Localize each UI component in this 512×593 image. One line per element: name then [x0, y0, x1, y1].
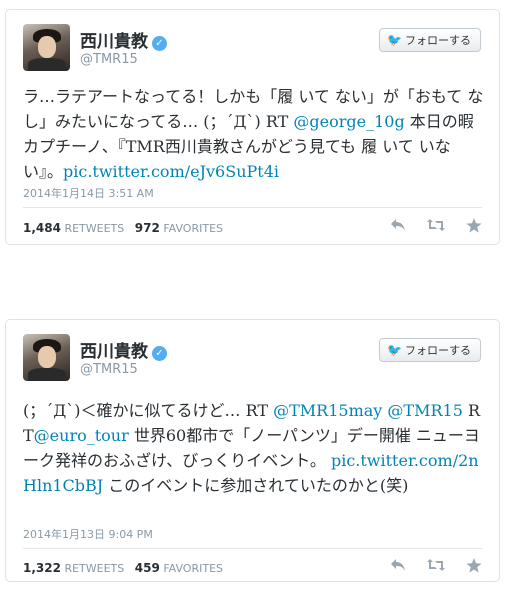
- timestamp[interactable]: 2014年1月14日 3:51 AM: [23, 185, 154, 201]
- follow-label: フォローする: [405, 344, 471, 357]
- verified-icon: ✓: [152, 346, 167, 361]
- user-handle[interactable]: @TMR15: [80, 52, 138, 67]
- follow-label: フォローする: [405, 34, 471, 47]
- avatar[interactable]: [23, 24, 70, 71]
- divider: [23, 548, 482, 549]
- tweet-text: ラ…ラテアートなってる！しかも「履 いて ない」が「おもて なし」みたいになって…: [23, 87, 484, 181]
- mention-link[interactable]: @george_10g: [293, 112, 404, 131]
- timestamp[interactable]: 2014年1月13日 9:04 PM: [23, 526, 153, 542]
- media-link[interactable]: pic.twitter.com/eJv6SuPt4i: [63, 162, 279, 181]
- reply-icon[interactable]: [389, 556, 407, 574]
- follow-button[interactable]: 🐦 フォローする: [379, 338, 481, 362]
- tweet-stats: 1,484 RETWEETS 972 FAVORITES: [23, 221, 223, 235]
- reply-icon[interactable]: [389, 216, 407, 234]
- mention-link[interactable]: @euro_tour: [34, 426, 129, 445]
- follow-button[interactable]: 🐦 フォローする: [379, 28, 481, 52]
- tweet-actions: [389, 216, 483, 234]
- favorite-count[interactable]: 972: [135, 221, 160, 235]
- avatar[interactable]: [23, 334, 70, 381]
- user-handle[interactable]: @TMR15: [80, 362, 138, 377]
- verified-icon: ✓: [152, 36, 167, 51]
- tweet-card: 西川貴教 ✓ @TMR15 🐦 フォローする (；´Д`)＜確かに似てるけど… RT…: [5, 319, 500, 582]
- retweet-count[interactable]: 1,484: [23, 221, 61, 235]
- twitter-bird-icon: 🐦: [387, 33, 402, 47]
- retweet-icon[interactable]: [427, 216, 445, 234]
- retweet-icon[interactable]: [427, 556, 445, 574]
- tweet-card: 西川貴教 ✓ @TMR15 🐦 フォローする ラ…ラテアートなってる！しかも「履 い…: [5, 9, 500, 245]
- retweet-count[interactable]: 1,322: [23, 561, 61, 575]
- favorite-count[interactable]: 459: [135, 561, 160, 575]
- twitter-bird-icon: 🐦: [387, 343, 402, 357]
- tweet-stats: 1,322 RETWEETS 459 FAVORITES: [23, 561, 223, 575]
- favorite-icon[interactable]: [465, 556, 483, 574]
- tweet-actions: [389, 556, 483, 574]
- tweet-text: (；´Д`)＜確かに似てるけど… RT @TMR15may @TMR15 RT@…: [23, 401, 481, 495]
- mention-link[interactable]: @TMR15: [387, 401, 462, 420]
- display-name[interactable]: 西川貴教 ✓: [80, 337, 167, 362]
- display-name[interactable]: 西川貴教 ✓: [80, 27, 167, 52]
- divider: [23, 207, 482, 208]
- mention-link[interactable]: @TMR15may: [273, 401, 382, 420]
- favorite-icon[interactable]: [465, 216, 483, 234]
